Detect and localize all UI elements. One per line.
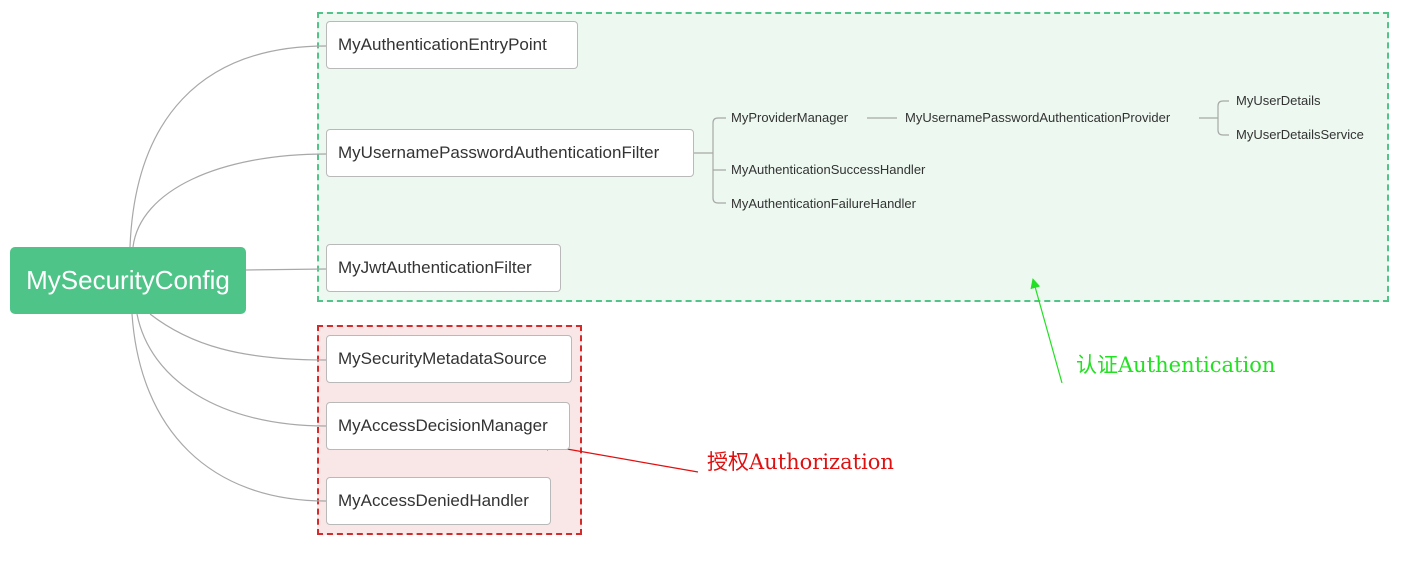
connector-provider-user-details [1199, 100, 1229, 136]
connector-root-decision-manager [136, 313, 327, 427]
node-username-password-filter[interactable]: MyUsernamePasswordAuthenticationFilter [326, 129, 694, 177]
node-authentication-entry-point[interactable]: MyAuthenticationEntryPoint [326, 21, 578, 69]
connector-root-denied-handler [131, 313, 327, 502]
leaf-provider-manager[interactable]: MyProviderManager [731, 110, 848, 126]
connector-root-entry-point [129, 45, 327, 248]
connector-root-metadata-source [149, 313, 327, 361]
authentication-annotation-label: 认证Authentication [1076, 353, 1276, 377]
leaf-user-details[interactable]: MyUserDetails [1236, 93, 1321, 109]
leaf-username-password-provider[interactable]: MyUsernamePasswordAuthenticationProvider [905, 110, 1170, 126]
authentication-annotation-arrow [1030, 278, 1063, 384]
root-node-mysecurityconfig[interactable]: MySecurityConfig [10, 247, 246, 314]
leaf-success-handler[interactable]: MyAuthenticationSuccessHandler [731, 162, 925, 178]
node-access-decision-manager[interactable]: MyAccessDecisionManager [326, 402, 570, 450]
leaf-failure-handler[interactable]: MyAuthenticationFailureHandler [731, 196, 916, 212]
leaf-user-details-service[interactable]: MyUserDetailsService [1236, 127, 1364, 143]
node-jwt-authentication-filter[interactable]: MyJwtAuthenticationFilter [326, 244, 561, 292]
connector-root-username-filter [132, 153, 327, 248]
connector-filter-branch [712, 117, 726, 204]
connector-root-jwt-filter [245, 268, 327, 271]
authorization-annotation-label: 授权Authorization [707, 450, 894, 474]
node-security-metadata-source[interactable]: MySecurityMetadataSource [326, 335, 572, 383]
node-access-denied-handler[interactable]: MyAccessDeniedHandler [326, 477, 551, 525]
